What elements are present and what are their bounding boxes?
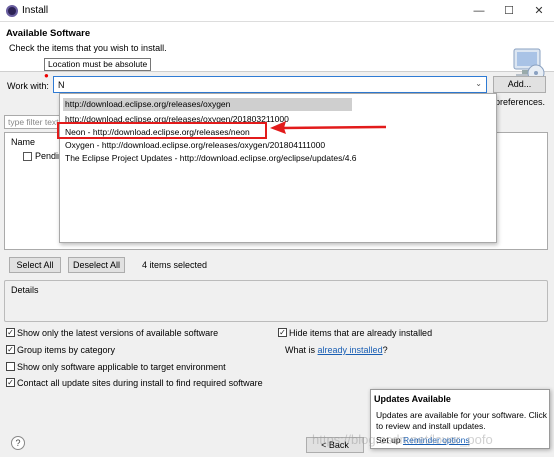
help-icon[interactable]: ? <box>11 436 25 450</box>
target-env-label: Show only software applicable to target … <box>17 362 226 372</box>
error-marker-icon: ● <box>44 71 49 80</box>
details-group: Details <box>4 280 548 322</box>
target-env-checkbox[interactable] <box>6 362 15 371</box>
popup-title: Updates Available <box>374 394 451 404</box>
site-dropdown-list[interactable]: http://download.eclipse.org/releases/oxy… <box>59 93 497 243</box>
items-selected-count: 4 items selected <box>142 260 208 270</box>
minimize-button[interactable]: — <box>464 0 494 22</box>
details-label: Details <box>11 285 39 295</box>
tree-item-checkbox[interactable] <box>23 152 32 161</box>
validation-tooltip: Location must be absolute <box>44 58 152 71</box>
hide-installed-label: Hide items that are already installed <box>289 328 433 338</box>
page-title: Available Software <box>6 28 91 39</box>
watermark: https://blog.csdn.net/lover_pofo <box>312 432 493 447</box>
annotation-highlight-box <box>57 122 267 139</box>
work-with-label: Work with: <box>7 81 49 91</box>
hide-installed-checkbox[interactable]: ✓ <box>278 328 287 337</box>
filter-input[interactable]: type filter text <box>4 115 62 129</box>
add-site-button[interactable]: Add... <box>493 76 546 93</box>
annotation-arrow-icon <box>270 121 387 134</box>
work-with-combo[interactable]: N ⌄ <box>53 76 487 93</box>
close-button[interactable]: ✕ <box>524 0 554 22</box>
preferences-link-fragment[interactable]: preferences. <box>495 97 554 107</box>
what-is-text: What is <box>285 345 316 355</box>
work-with-input[interactable]: N <box>58 80 65 90</box>
title-bar: Install — ☐ ✕ <box>0 0 554 22</box>
select-all-button[interactable]: Select All <box>9 257 61 273</box>
dropdown-item[interactable]: The Eclipse Project Updates - http://dow… <box>63 152 357 165</box>
latest-versions-label: Show only the latest versions of availab… <box>17 328 219 338</box>
dropdown-item[interactable]: http://download.eclipse.org/releases/oxy… <box>63 98 352 111</box>
latest-versions-checkbox[interactable]: ✓ <box>6 328 15 337</box>
name-column-header[interactable]: Name <box>11 137 35 147</box>
chevron-down-icon[interactable]: ⌄ <box>475 79 482 88</box>
contact-sites-label: Contact all update sites during install … <box>17 378 263 388</box>
group-by-category-checkbox[interactable]: ✓ <box>6 345 15 354</box>
question-mark: ? <box>382 345 388 355</box>
maximize-button[interactable]: ☐ <box>494 0 524 22</box>
dropdown-item[interactable]: Oxygen - http://download.eclipse.org/rel… <box>63 139 325 152</box>
group-by-category-label: Group items by category <box>17 345 116 355</box>
page-subtitle: Check the items that you wish to install… <box>9 43 167 53</box>
deselect-all-button[interactable]: Deselect All <box>68 257 125 273</box>
eclipse-icon <box>6 5 18 17</box>
what-is-installed: What is already installed? <box>285 345 388 355</box>
already-installed-link[interactable]: already installed <box>318 345 383 355</box>
contact-sites-checkbox[interactable]: ✓ <box>6 378 15 387</box>
popup-body[interactable]: Updates are available for your software.… <box>376 410 548 432</box>
window-title: Install <box>22 5 49 16</box>
